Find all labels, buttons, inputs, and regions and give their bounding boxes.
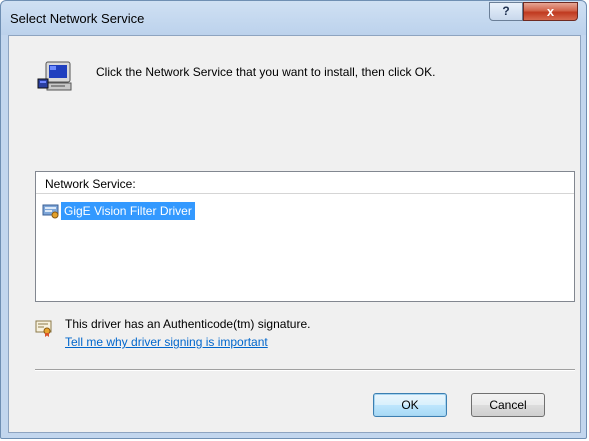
dialog-body: Click the Network Service that you want … — [8, 35, 581, 433]
close-button[interactable]: x — [523, 2, 578, 21]
ok-button[interactable]: OK — [373, 393, 447, 417]
network-service-list[interactable]: Network Service: GigE Vision Filter Driv… — [35, 171, 575, 302]
list-header-label: Network Service: — [45, 177, 136, 191]
list-column-header[interactable]: Network Service: — [36, 172, 574, 194]
cancel-button[interactable]: Cancel — [471, 393, 545, 417]
network-service-icon — [42, 204, 59, 219]
driver-signing-link[interactable]: Tell me why driver signing is important — [65, 335, 268, 349]
signature-text: This driver has an Authenticode(tm) sign… — [65, 317, 311, 331]
window-title: Select Network Service — [10, 11, 145, 26]
divider — [35, 369, 575, 371]
dialog-window: Select Network Service ? x Click the Net… — [0, 0, 587, 439]
computer-icon — [37, 61, 72, 91]
title-bar[interactable]: Select Network Service ? x — [1, 1, 586, 35]
instruction-text: Click the Network Service that you want … — [96, 65, 436, 79]
help-button[interactable]: ? — [489, 2, 523, 21]
certificate-icon — [35, 320, 52, 337]
list-item-label: GigE Vision Filter Driver — [61, 202, 195, 220]
